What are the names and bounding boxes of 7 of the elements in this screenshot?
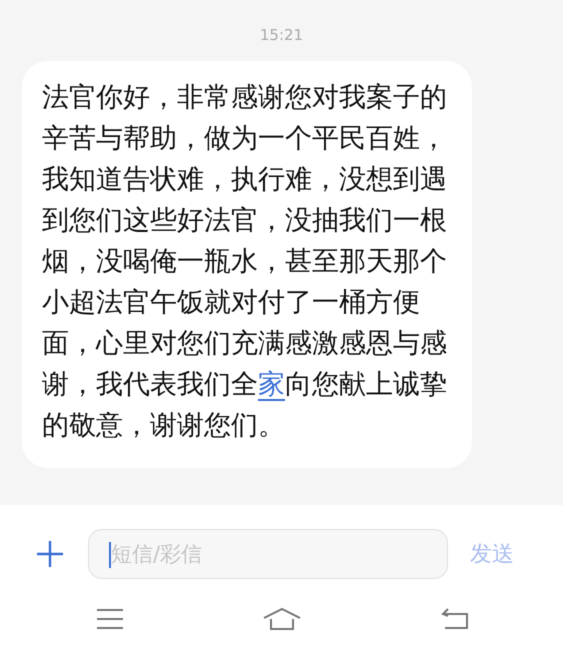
link[interactable]: 家 [258,368,285,400]
home-icon[interactable] [263,607,301,631]
menu-icon[interactable] [96,608,124,630]
message-bubble: 法官你好，非常感谢您对我案子的辛苦与帮助，做为一个平民百姓，我知道告状难，执行难，没想到遇到您们这些好法官，没抽我们一根烟，没喝俺一瓶水，甚至那天那个小超法官午饭就对付了一桶方便面，心里对您们充满感激感恩与感谢，我代表我们全家向您献上诚挚的敬意，谢谢您们。 [22,60,472,468]
add-icon[interactable] [37,541,63,567]
timestamp: 15:21 [260,26,304,44]
back-icon[interactable] [440,607,470,631]
